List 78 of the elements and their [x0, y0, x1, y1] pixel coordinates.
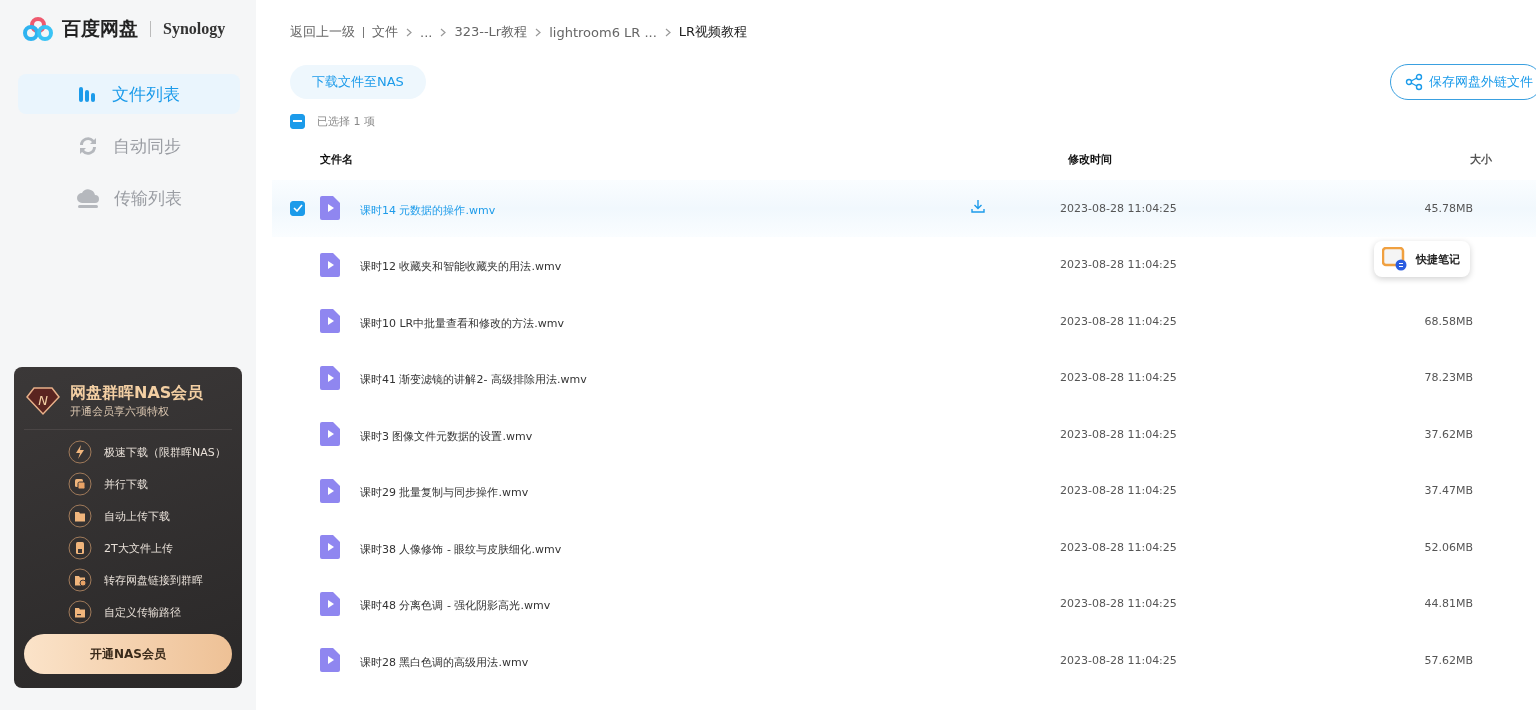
note-icon	[1382, 247, 1408, 271]
breadcrumb-link[interactable]: ...	[420, 24, 433, 40]
perk-label: 自动上传下载	[104, 508, 170, 524]
breadcrumb-link[interactable]: lightroom6 LR ...	[549, 24, 657, 40]
file-size: 37.47MB	[1423, 484, 1474, 498]
file-size: 78.23MB	[1423, 371, 1474, 385]
file-size: 37.62MB	[1423, 427, 1474, 441]
file-name[interactable]: 课时41 渐变滤镜的讲解2- 高级排除用法.wmv	[360, 373, 587, 387]
sync-icon	[77, 135, 99, 157]
modified-time: 2023-08-28 11:04:25	[1060, 258, 1178, 272]
row-checkbox[interactable]	[290, 200, 305, 216]
video-file-icon	[320, 478, 340, 503]
share-icon	[1405, 73, 1423, 91]
video-file-icon	[320, 591, 340, 616]
modified-time: 2023-08-28 11:04:25	[1060, 371, 1178, 385]
perk-label: 并行下载	[104, 476, 148, 492]
video-file-icon	[320, 365, 340, 390]
modified-time: 2023-08-28 11:04:25	[1060, 201, 1178, 215]
breadcrumb-link[interactable]: 323--Lr教程	[454, 23, 528, 41]
file-name[interactable]: 课时10 LR中批量查看和修改的方法.wmv	[360, 316, 564, 330]
file-size: 57.62MB	[1423, 653, 1474, 667]
perk-icon	[68, 504, 92, 528]
chevron-icon	[664, 27, 671, 37]
chevron-icon	[440, 27, 447, 37]
breadcrumb-link[interactable]: 文件	[372, 23, 398, 41]
breadcrumb-link[interactable]: 返回上一级	[290, 23, 355, 41]
diamond-icon: N	[26, 386, 60, 416]
perk-label: 2T大文件上传	[104, 540, 173, 556]
file-name[interactable]: 课时28 黑白色调的高级用法.wmv	[360, 655, 529, 669]
perk-icon	[68, 568, 92, 592]
modified-time: 2023-08-28 11:04:25	[1060, 597, 1178, 611]
column-header: 文件名	[320, 151, 354, 167]
brand-name: 百度网盘	[62, 16, 138, 41]
promo-title: 网盘群晖NAS会员	[70, 383, 204, 404]
perk-icon	[68, 472, 92, 496]
quick-note-label: 快捷笔记	[1416, 251, 1460, 267]
file-name[interactable]: 课时3 图像文件元数据的设置.wmv	[360, 429, 533, 443]
upgrade-button[interactable]: 开通NAS会员	[24, 634, 232, 674]
video-file-icon	[320, 648, 340, 673]
video-file-icon	[320, 196, 340, 221]
partner-name: Synology	[163, 20, 226, 38]
file-name[interactable]: 课时29 批量复制与同步操作.wmv	[360, 486, 529, 500]
download-icon[interactable]	[970, 198, 986, 215]
file-name[interactable]: 课时48 分离色调 - 强化阴影高光.wmv	[360, 599, 551, 613]
column-header: 大小	[1469, 151, 1493, 167]
file-name[interactable]: 课时12 收藏夹和智能收藏夹的用法.wmv	[360, 260, 562, 274]
selection-count: 已选择 1 项	[317, 113, 375, 129]
file-size: 68.58MB	[1423, 314, 1474, 328]
file-size: 45.78MB	[1423, 201, 1474, 215]
column-header: 修改时间	[1068, 151, 1113, 167]
video-file-icon	[320, 535, 340, 560]
modified-time: 2023-08-28 11:04:25	[1060, 427, 1178, 441]
video-file-icon	[320, 309, 340, 334]
perk-icon	[68, 536, 92, 560]
minus-icon	[293, 120, 302, 122]
file-name[interactable]: 课时38 人像修饰 - 眼纹与皮肤细化.wmv	[360, 542, 562, 556]
modified-time: 2023-08-28 11:04:25	[1060, 540, 1178, 554]
perk-icon	[68, 600, 92, 624]
modified-time: 2023-08-28 11:04:25	[1060, 314, 1178, 328]
perk-label: 极速下载（限群晖NAS）	[104, 444, 226, 460]
select-all-checkbox[interactable]	[290, 113, 305, 129]
video-file-icon	[320, 422, 340, 447]
quick-note-widget[interactable]: 快捷笔记	[1374, 241, 1470, 277]
perk-label: 转存网盘链接到群晖	[104, 572, 203, 588]
check-icon	[292, 204, 303, 213]
file-size: 44.81MB	[1423, 597, 1474, 611]
perk-icon	[68, 440, 92, 464]
video-file-icon	[320, 252, 340, 277]
perk-label: 自定义传输路径	[104, 604, 181, 620]
cloud-icon	[76, 187, 100, 209]
file-size: 52.06MB	[1423, 540, 1474, 554]
chevron-icon	[535, 27, 542, 37]
bars-icon	[78, 84, 98, 104]
promo-subtitle: 开通会员享六项特权	[70, 404, 170, 419]
modified-time: 2023-08-28 11:04:25	[1060, 484, 1178, 498]
modified-time: 2023-08-28 11:04:25	[1060, 653, 1178, 667]
chevron-icon	[406, 27, 412, 37]
logo-icon	[22, 16, 54, 42]
